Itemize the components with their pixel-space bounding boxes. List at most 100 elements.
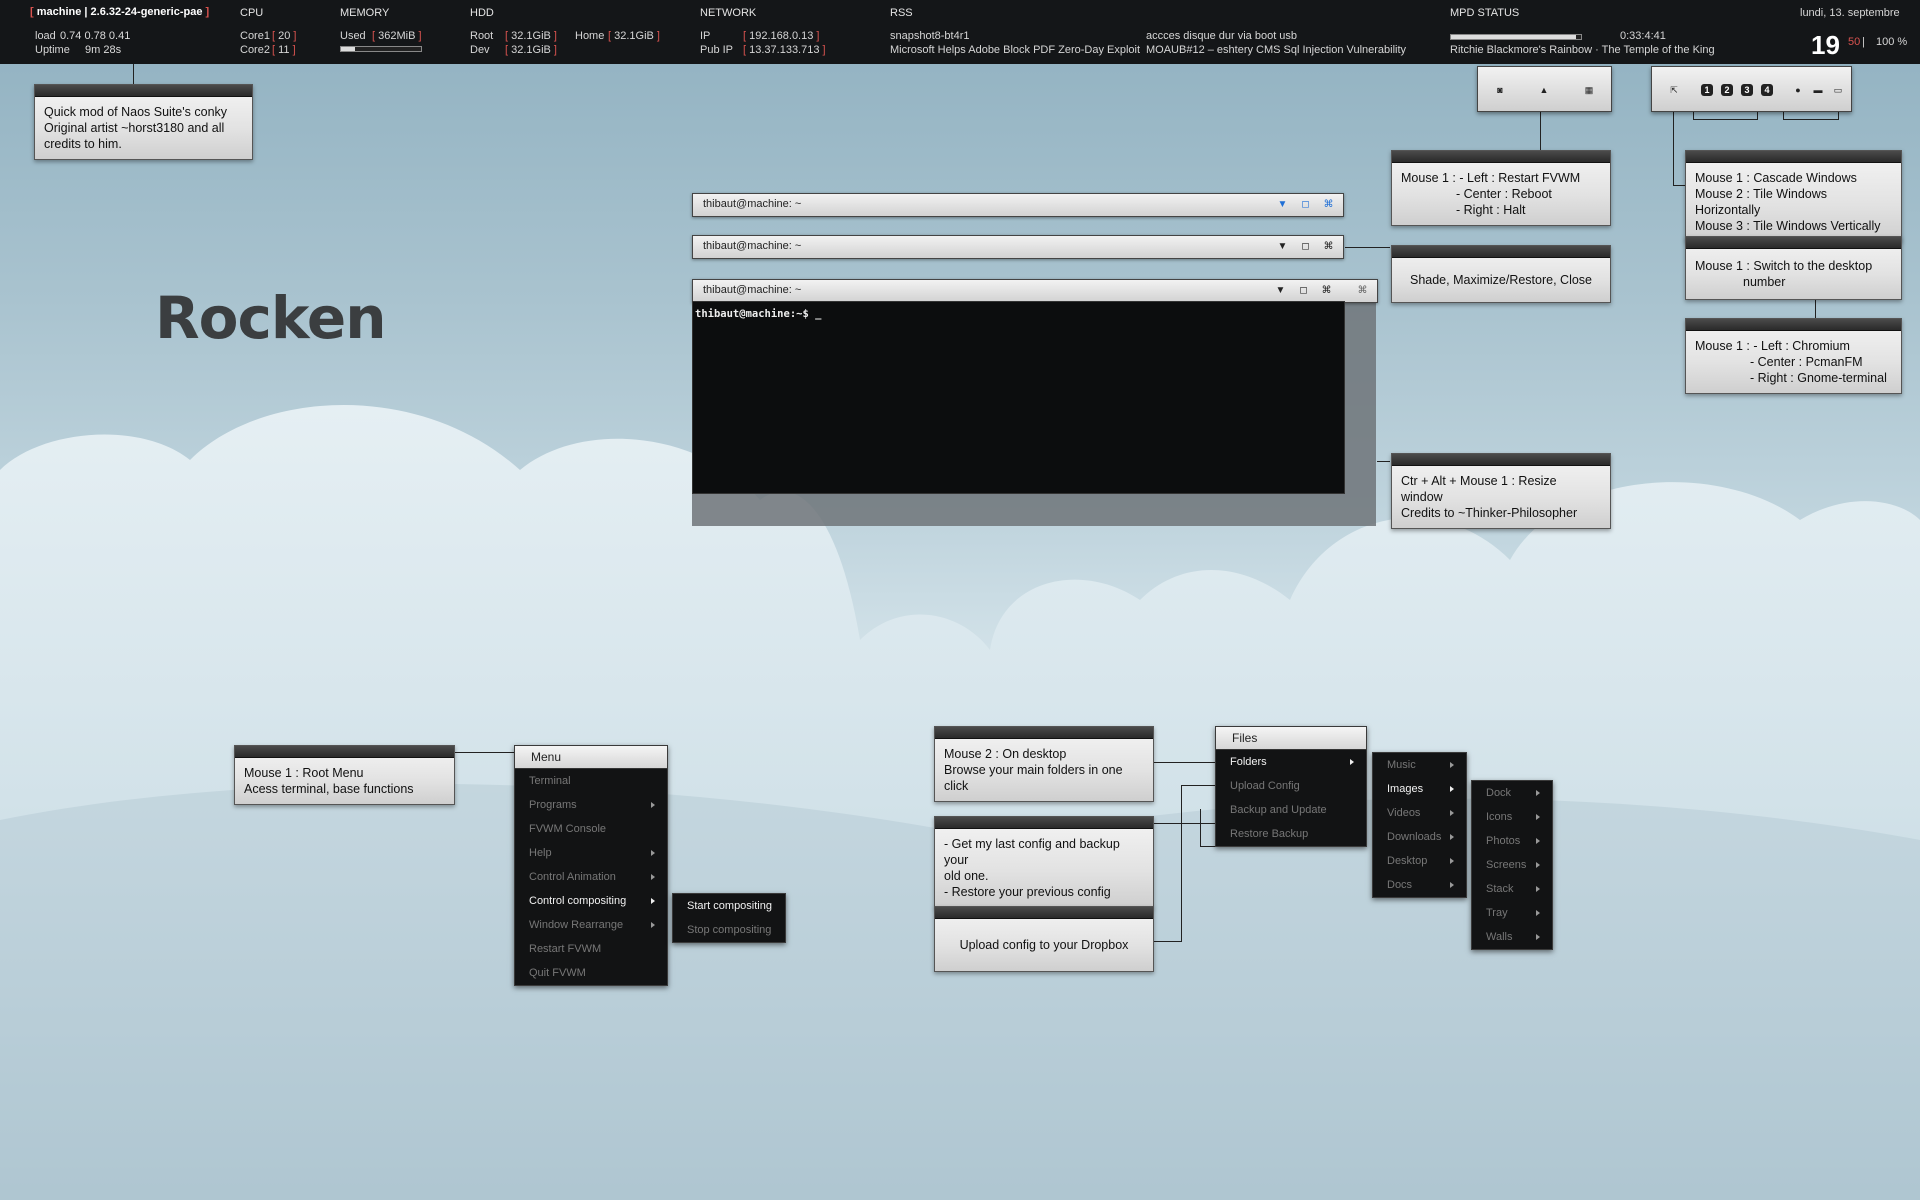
separator: | xyxy=(1862,36,1865,48)
menu-item-screens[interactable]: Screens xyxy=(1472,853,1552,877)
resize-note: Ctr + Alt + Mouse 1 : Resize window Cred… xyxy=(1391,453,1611,529)
workspace-2-button[interactable]: 2 xyxy=(1721,84,1733,96)
rss-item[interactable]: MOAUB#12 – eshtery CMS Sql Injection Vul… xyxy=(1146,44,1406,56)
menu-item-images[interactable]: Images xyxy=(1373,777,1466,801)
menu-item-quit-fvwm[interactable]: Quit FVWM xyxy=(515,961,667,985)
menu-item-icons[interactable]: Icons xyxy=(1472,805,1552,829)
workspace-3-button[interactable]: 3 xyxy=(1741,84,1753,96)
shade-note: Shade, Maximize/Restore, Close xyxy=(1391,245,1611,303)
note-line: Credits to ~Thinker-Philosopher xyxy=(1401,506,1578,520)
mpd-time: 0:33:4:41 xyxy=(1620,30,1666,42)
menu-item-stop-compositing[interactable]: Stop compositing xyxy=(673,918,785,942)
load-label: load xyxy=(35,30,56,42)
close-icon[interactable]: ⌘ xyxy=(1322,198,1335,211)
day-secondary: 50 xyxy=(1848,36,1861,48)
mpd-progress-fill xyxy=(1451,35,1576,39)
menu-item-videos[interactable]: Videos xyxy=(1373,801,1466,825)
terminal-window[interactable]: thibaut@machine:~$ _ xyxy=(692,301,1345,494)
maximize-icon[interactable]: ◻ xyxy=(1299,240,1312,253)
note-line: credits to him. xyxy=(44,137,122,151)
menu-item-programs[interactable]: Programs xyxy=(515,793,667,817)
workspace-panel: ⇱ 1 2 3 4 ● ▬ ▭ xyxy=(1651,66,1852,112)
close-icon[interactable]: ⌘ xyxy=(1322,240,1335,253)
day-number: 19 xyxy=(1811,30,1840,60)
cpu-header: CPU xyxy=(240,7,264,19)
rss-item[interactable]: accces disque dur via boot usb xyxy=(1146,30,1297,42)
workspace-4-button[interactable]: 4 xyxy=(1761,84,1773,96)
root-menu: Menu Terminal Programs FVWM Console Help… xyxy=(514,745,668,986)
close-icon[interactable]: ⌘ xyxy=(1320,284,1333,297)
up-arrow-icon[interactable]: ▲ xyxy=(1538,84,1550,96)
restart-icon[interactable]: ◙ xyxy=(1494,84,1506,96)
mpd-header: MPD STATUS xyxy=(1450,7,1520,19)
resize-icon[interactable]: ⌘ xyxy=(1356,284,1369,297)
menu-item-downloads[interactable]: Downloads xyxy=(1373,825,1466,849)
note-line: Ctr + Alt + Mouse 1 : Resize window xyxy=(1401,474,1557,504)
rocken-title: Rocken xyxy=(155,284,387,352)
shade-icon[interactable]: ▼ xyxy=(1274,284,1287,297)
menu-item-start-compositing[interactable]: Start compositing xyxy=(673,894,785,918)
files-menu: Files Folders Upload Config Backup and U… xyxy=(1215,726,1367,847)
window-title: thibaut@machine: ~ xyxy=(703,284,802,296)
menu-item-dock[interactable]: Dock xyxy=(1472,781,1552,805)
terminal-icon[interactable]: ▭ xyxy=(1832,84,1844,96)
note-line: Browse your main folders in one click xyxy=(944,763,1123,793)
hdd-dev-value: [ 32.1GiB ] xyxy=(505,44,557,56)
hdd-dev-label: Dev xyxy=(470,44,490,56)
maximize-icon[interactable]: ◻ xyxy=(1297,284,1310,297)
menu-item-upload-config[interactable]: Upload Config xyxy=(1216,774,1366,798)
note-line: Mouse 1 : Cascade Windows xyxy=(1695,171,1857,185)
hdd-header: HDD xyxy=(470,7,494,19)
menu-item-fvwm-console[interactable]: FVWM Console xyxy=(515,817,667,841)
memory-used-value: [ 362MiB ] xyxy=(372,30,422,42)
terminal-prompt: thibaut@machine:~$ _ xyxy=(695,308,822,320)
menu-item-backup-update[interactable]: Backup and Update xyxy=(1216,798,1366,822)
note-line: - Get my last config and backup your xyxy=(944,837,1120,867)
maximize-icon[interactable]: ◻ xyxy=(1299,198,1312,211)
note-line: - Restore your previous config xyxy=(944,885,1111,899)
restart-note: Mouse 1 : - Left : Restart FVWM - Center… xyxy=(1391,150,1611,226)
shade-icon[interactable]: ▼ xyxy=(1276,240,1289,253)
folders-submenu: Music Images Videos Downloads Desktop Do… xyxy=(1372,752,1467,898)
folder-icon[interactable]: ▬ xyxy=(1812,84,1824,96)
menu-item-folders[interactable]: Folders xyxy=(1216,750,1366,774)
rss-item[interactable]: Microsoft Helps Adobe Block PDF Zero-Day… xyxy=(890,44,1140,56)
config-note: - Get my last config and backup your old… xyxy=(934,816,1154,908)
chromium-icon[interactable]: ● xyxy=(1792,84,1804,96)
menu-item-restore-backup[interactable]: Restore Backup xyxy=(1216,822,1366,846)
menu-item-docs[interactable]: Docs xyxy=(1373,873,1466,897)
window-titlebar[interactable]: thibaut@machine: ~ ▼ ◻ ⌘ xyxy=(692,193,1344,217)
launcher-note: Mouse 1 : - Left : Chromium - Center : P… xyxy=(1685,318,1902,394)
pubip-label: Pub IP xyxy=(700,44,734,56)
volume-level: 100 % xyxy=(1876,36,1908,48)
workspace-1-button[interactable]: 1 xyxy=(1701,84,1713,96)
dropbox-note: Upload config to your Dropbox xyxy=(934,906,1154,972)
menu-item-stack[interactable]: Stack xyxy=(1472,877,1552,901)
hdd-root-label: Root xyxy=(470,30,494,42)
note-line: Upload config to your Dropbox xyxy=(959,938,1129,952)
desktop-menu-note: Mouse 2 : On desktop Browse your main fo… xyxy=(934,726,1154,802)
switch-desktop-note: Mouse 1 : Switch to the desktop number xyxy=(1685,236,1902,300)
shade-icon[interactable]: ▼ xyxy=(1276,198,1289,211)
menu-item-desktop[interactable]: Desktop xyxy=(1373,849,1466,873)
cascade-icon[interactable]: ⇱ xyxy=(1668,84,1680,96)
menu-item-music[interactable]: Music xyxy=(1373,753,1466,777)
rss-item[interactable]: snapshot8-bt4r1 xyxy=(890,30,970,42)
cascade-note: Mouse 1 : Cascade Windows Mouse 2 : Tile… xyxy=(1685,150,1902,242)
menu-item-window-rearrange[interactable]: Window Rearrange xyxy=(515,913,667,937)
menu-item-walls[interactable]: Walls xyxy=(1472,925,1552,949)
mpd-progress-bar xyxy=(1450,34,1582,40)
grid-icon[interactable]: ▦ xyxy=(1583,84,1595,96)
menu-item-photos[interactable]: Photos xyxy=(1472,829,1552,853)
window-titlebar[interactable]: thibaut@machine: ~ ▼ ◻ ⌘ ⌘ xyxy=(692,279,1378,303)
menu-item-control-animation[interactable]: Control Animation xyxy=(515,865,667,889)
memory-used-label: Used xyxy=(340,30,366,42)
menu-item-restart-fvwm[interactable]: Restart FVWM xyxy=(515,937,667,961)
core1-label: Core1 xyxy=(240,30,270,42)
menu-item-tray[interactable]: Tray xyxy=(1472,901,1552,925)
hdd-root-value: [ 32.1GiB ] xyxy=(505,30,557,42)
menu-item-control-compositing[interactable]: Control compositing xyxy=(515,889,667,913)
menu-item-help[interactable]: Help xyxy=(515,841,667,865)
window-titlebar[interactable]: thibaut@machine: ~ ▼ ◻ ⌘ xyxy=(692,235,1344,259)
menu-item-terminal[interactable]: Terminal xyxy=(515,769,667,793)
